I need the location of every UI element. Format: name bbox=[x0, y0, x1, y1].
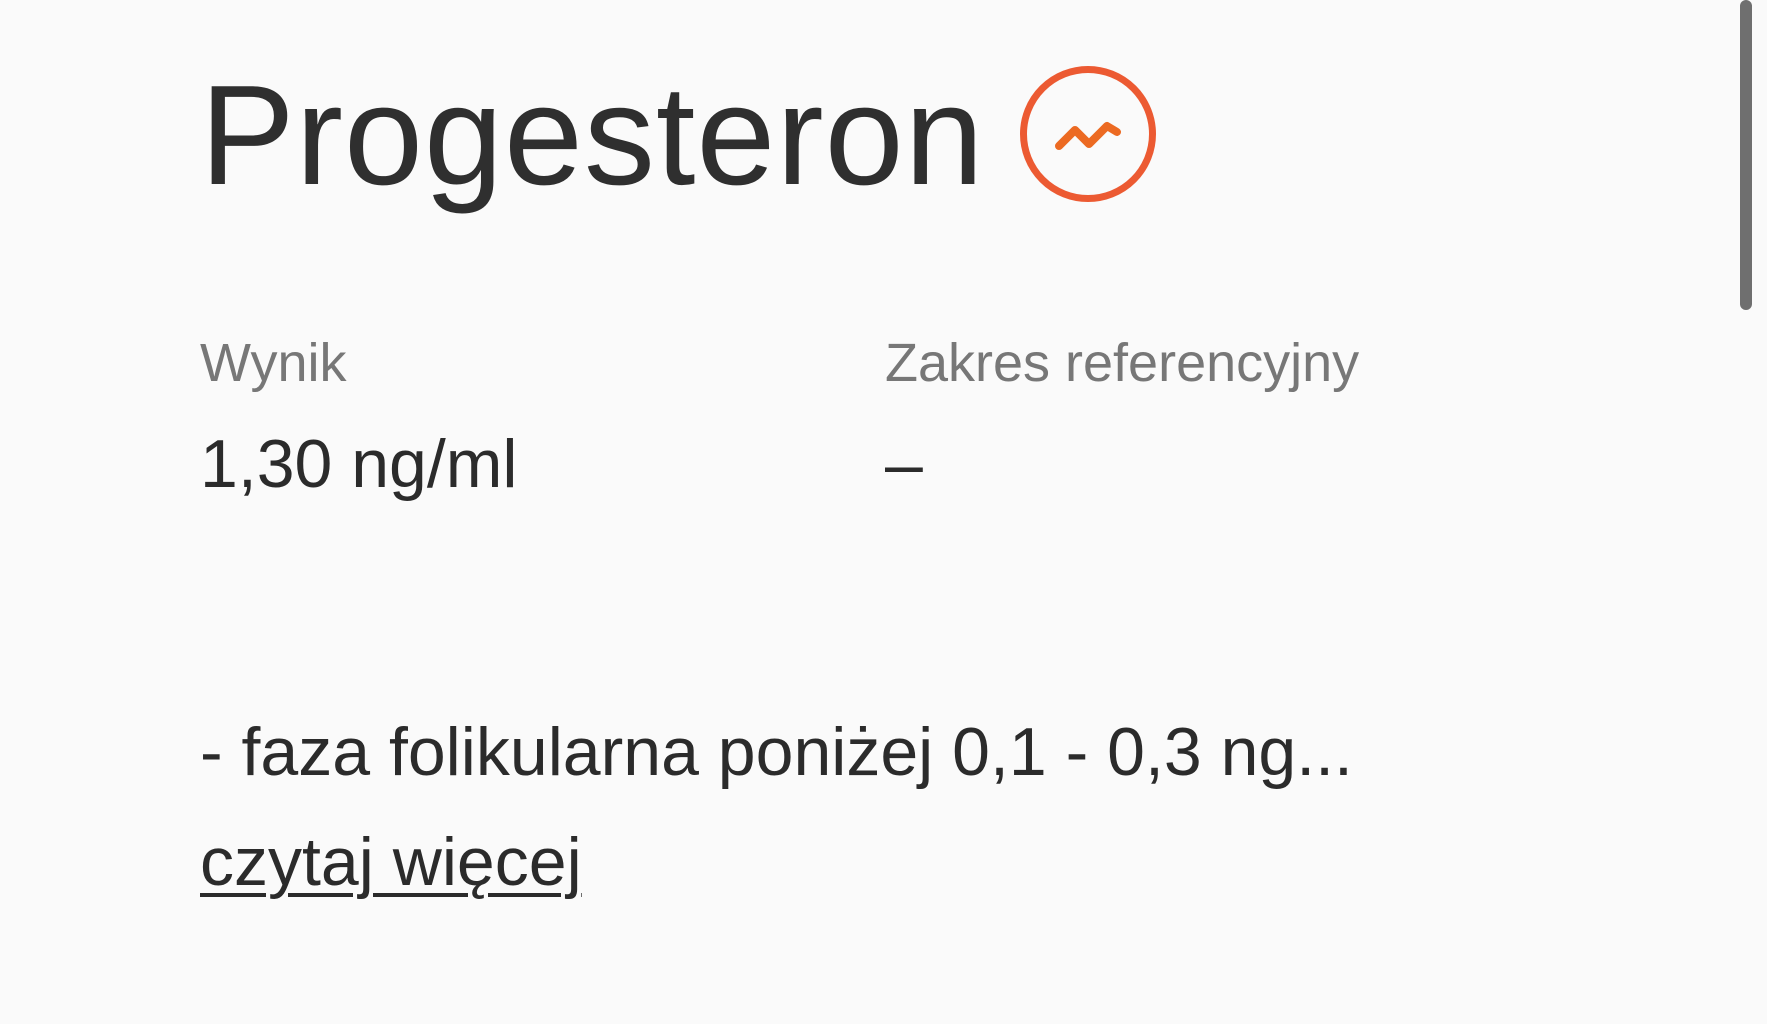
reference-range-value: – bbox=[885, 426, 923, 502]
read-more-link[interactable]: czytaj więcej bbox=[200, 823, 582, 901]
test-title: Progesteron bbox=[200, 56, 985, 215]
trend-chart-button[interactable] bbox=[1020, 66, 1156, 202]
reference-range-label: Zakres referencyjny bbox=[885, 333, 1360, 393]
trend-line-icon bbox=[1055, 122, 1121, 150]
scrollbar[interactable] bbox=[1740, 0, 1752, 310]
result-label: Wynik bbox=[200, 333, 347, 393]
reference-note: - faza folikularna poniżej 0,1 - 0,3 ng.… bbox=[200, 714, 1353, 790]
result-value: 1,30 ng/ml bbox=[200, 426, 518, 502]
